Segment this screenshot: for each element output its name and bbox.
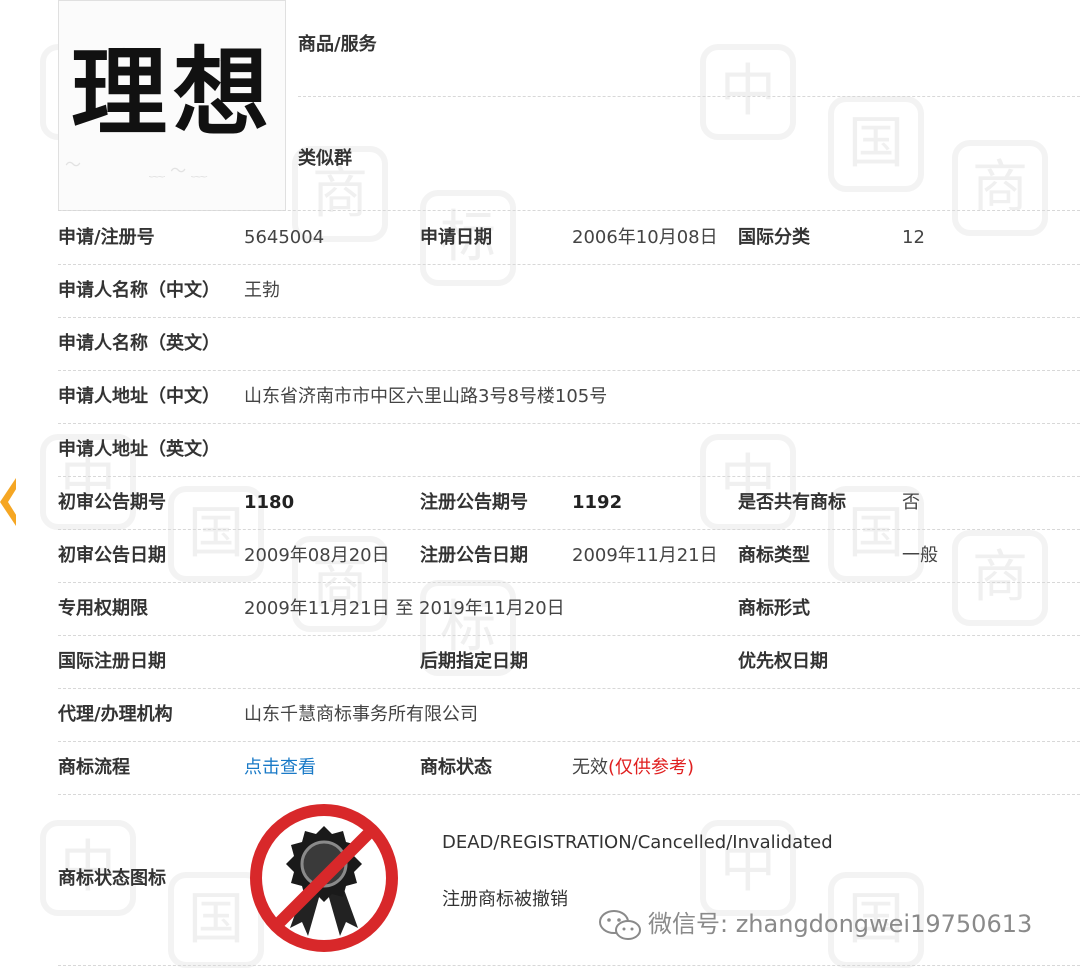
trademark-status-label: 商标状态 xyxy=(420,757,492,778)
trademark-form-label: 商标形式 xyxy=(738,598,810,619)
goods-services-label: 商品/服务 xyxy=(298,34,377,55)
agency-value: 山东千慧商标事务所有限公司 xyxy=(244,704,478,725)
application-date-label: 申请日期 xyxy=(420,227,492,248)
info-row-applicant-name-cn: 申请人名称（中文） 王勃 xyxy=(58,265,1080,318)
applicant-address-cn-label: 申请人地址（中文） xyxy=(58,386,220,407)
exclusive-term-value: 2009年11月21日 至 2019年11月20日 xyxy=(244,598,565,619)
info-row-applicant-address-en: 申请人地址（英文） xyxy=(58,424,1080,477)
international-registration-date-label: 国际注册日期 xyxy=(58,651,166,672)
info-row-registration: 申请/注册号 5645004 申请日期 2006年10月08日 国际分类 12 xyxy=(58,212,1080,265)
trademark-logo-text: 理想 xyxy=(71,37,275,149)
agency-label: 代理/办理机构 xyxy=(58,704,173,725)
status-english-text: DEAD/REGISTRATION/Cancelled/Invalidated xyxy=(442,832,833,853)
trademark-status-text: 无效 xyxy=(572,757,608,778)
info-row-applicant-address-cn: 申请人地址（中文） 山东省济南市市中区六里山路3号8号楼105号 xyxy=(58,371,1080,424)
international-class-value: 12 xyxy=(902,227,925,248)
applicant-address-cn-value: 山东省济南市市中区六里山路3号8号楼105号 xyxy=(244,386,608,407)
registration-announcement-date-label: 注册公告日期 xyxy=(420,545,528,566)
info-row-international-dates: 国际注册日期 后期指定日期 优先权日期 xyxy=(58,636,1080,689)
exclusive-term-label: 专用权期限 xyxy=(58,598,148,619)
wechat-icon xyxy=(599,910,641,940)
registration-announcement-number-label: 注册公告期号 xyxy=(420,492,528,513)
applicant-name-cn-label: 申请人名称（中文） xyxy=(58,280,220,301)
trademark-type-label: 商标类型 xyxy=(738,545,810,566)
later-designation-date-label: 后期指定日期 xyxy=(420,651,528,672)
trademark-status-value: 无效(仅供参考) xyxy=(572,742,694,794)
shared-trademark-label: 是否共有商标 xyxy=(738,492,846,513)
prelim-announcement-date-value: 2009年08月20日 xyxy=(244,545,390,566)
info-row-exclusive-term: 专用权期限 2009年11月21日 至 2019年11月20日 商标形式 xyxy=(58,583,1080,636)
wechat-id-text: 微信号: zhangdongwei19750613 xyxy=(648,910,1033,938)
info-row-process-status: 商标流程 点击查看 商标状态 无效(仅供参考) xyxy=(58,742,1080,795)
application-number-label: 申请/注册号 xyxy=(58,227,155,248)
info-row-announcement-dates: 初审公告日期 2009年08月20日 注册公告日期 2009年11月21日 商标… xyxy=(58,530,1080,583)
applicant-address-en-label: 申请人地址（英文） xyxy=(58,439,220,460)
status-chinese-text: 注册商标被撤销 xyxy=(442,889,568,910)
international-class-label: 国际分类 xyxy=(738,227,810,248)
prelim-announcement-number-label: 初审公告期号 xyxy=(58,492,166,513)
application-number-value: 5645004 xyxy=(244,227,325,248)
reference-only-note: (仅供参考) xyxy=(608,757,695,778)
info-row-announcement-numbers: 初审公告期号 1180 注册公告期号 1192 是否共有商标 否 xyxy=(58,477,1080,530)
status-icon-label: 商标状态图标 xyxy=(58,868,166,889)
applicant-name-cn-value: 王勃 xyxy=(244,280,280,301)
shared-trademark-value: 否 xyxy=(902,492,920,513)
divider xyxy=(58,965,1080,966)
info-row-applicant-name-en: 申请人名称（英文） xyxy=(58,318,1080,371)
info-row-agency: 代理/办理机构 山东千慧商标事务所有限公司 xyxy=(58,689,1080,742)
view-process-link[interactable]: 点击查看 xyxy=(244,742,316,794)
applicant-name-en-label: 申请人名称（英文） xyxy=(58,333,220,354)
similar-group-label: 类似群 xyxy=(298,148,352,169)
prelim-announcement-date-label: 初审公告日期 xyxy=(58,545,166,566)
priority-date-label: 优先权日期 xyxy=(738,651,828,672)
trademark-process-label: 商标流程 xyxy=(58,757,130,778)
registration-announcement-date-value: 2009年11月21日 xyxy=(572,545,718,566)
trademark-type-value: 一般 xyxy=(902,545,938,566)
divider xyxy=(58,210,1080,211)
prelim-announcement-number-value: 1180 xyxy=(244,492,295,513)
invalidated-prohibition-icon xyxy=(250,804,398,952)
trademark-image: 〜 ﹏ ﹏ 〜 〜 ﹏ 〜 ﹏ 理想 xyxy=(58,0,286,211)
wechat-watermark: 微信号: zhangdongwei19750613 xyxy=(598,904,1032,941)
application-date-value: 2006年10月08日 xyxy=(572,227,718,248)
divider xyxy=(298,96,1080,97)
registration-announcement-number-value: 1192 xyxy=(572,492,623,513)
